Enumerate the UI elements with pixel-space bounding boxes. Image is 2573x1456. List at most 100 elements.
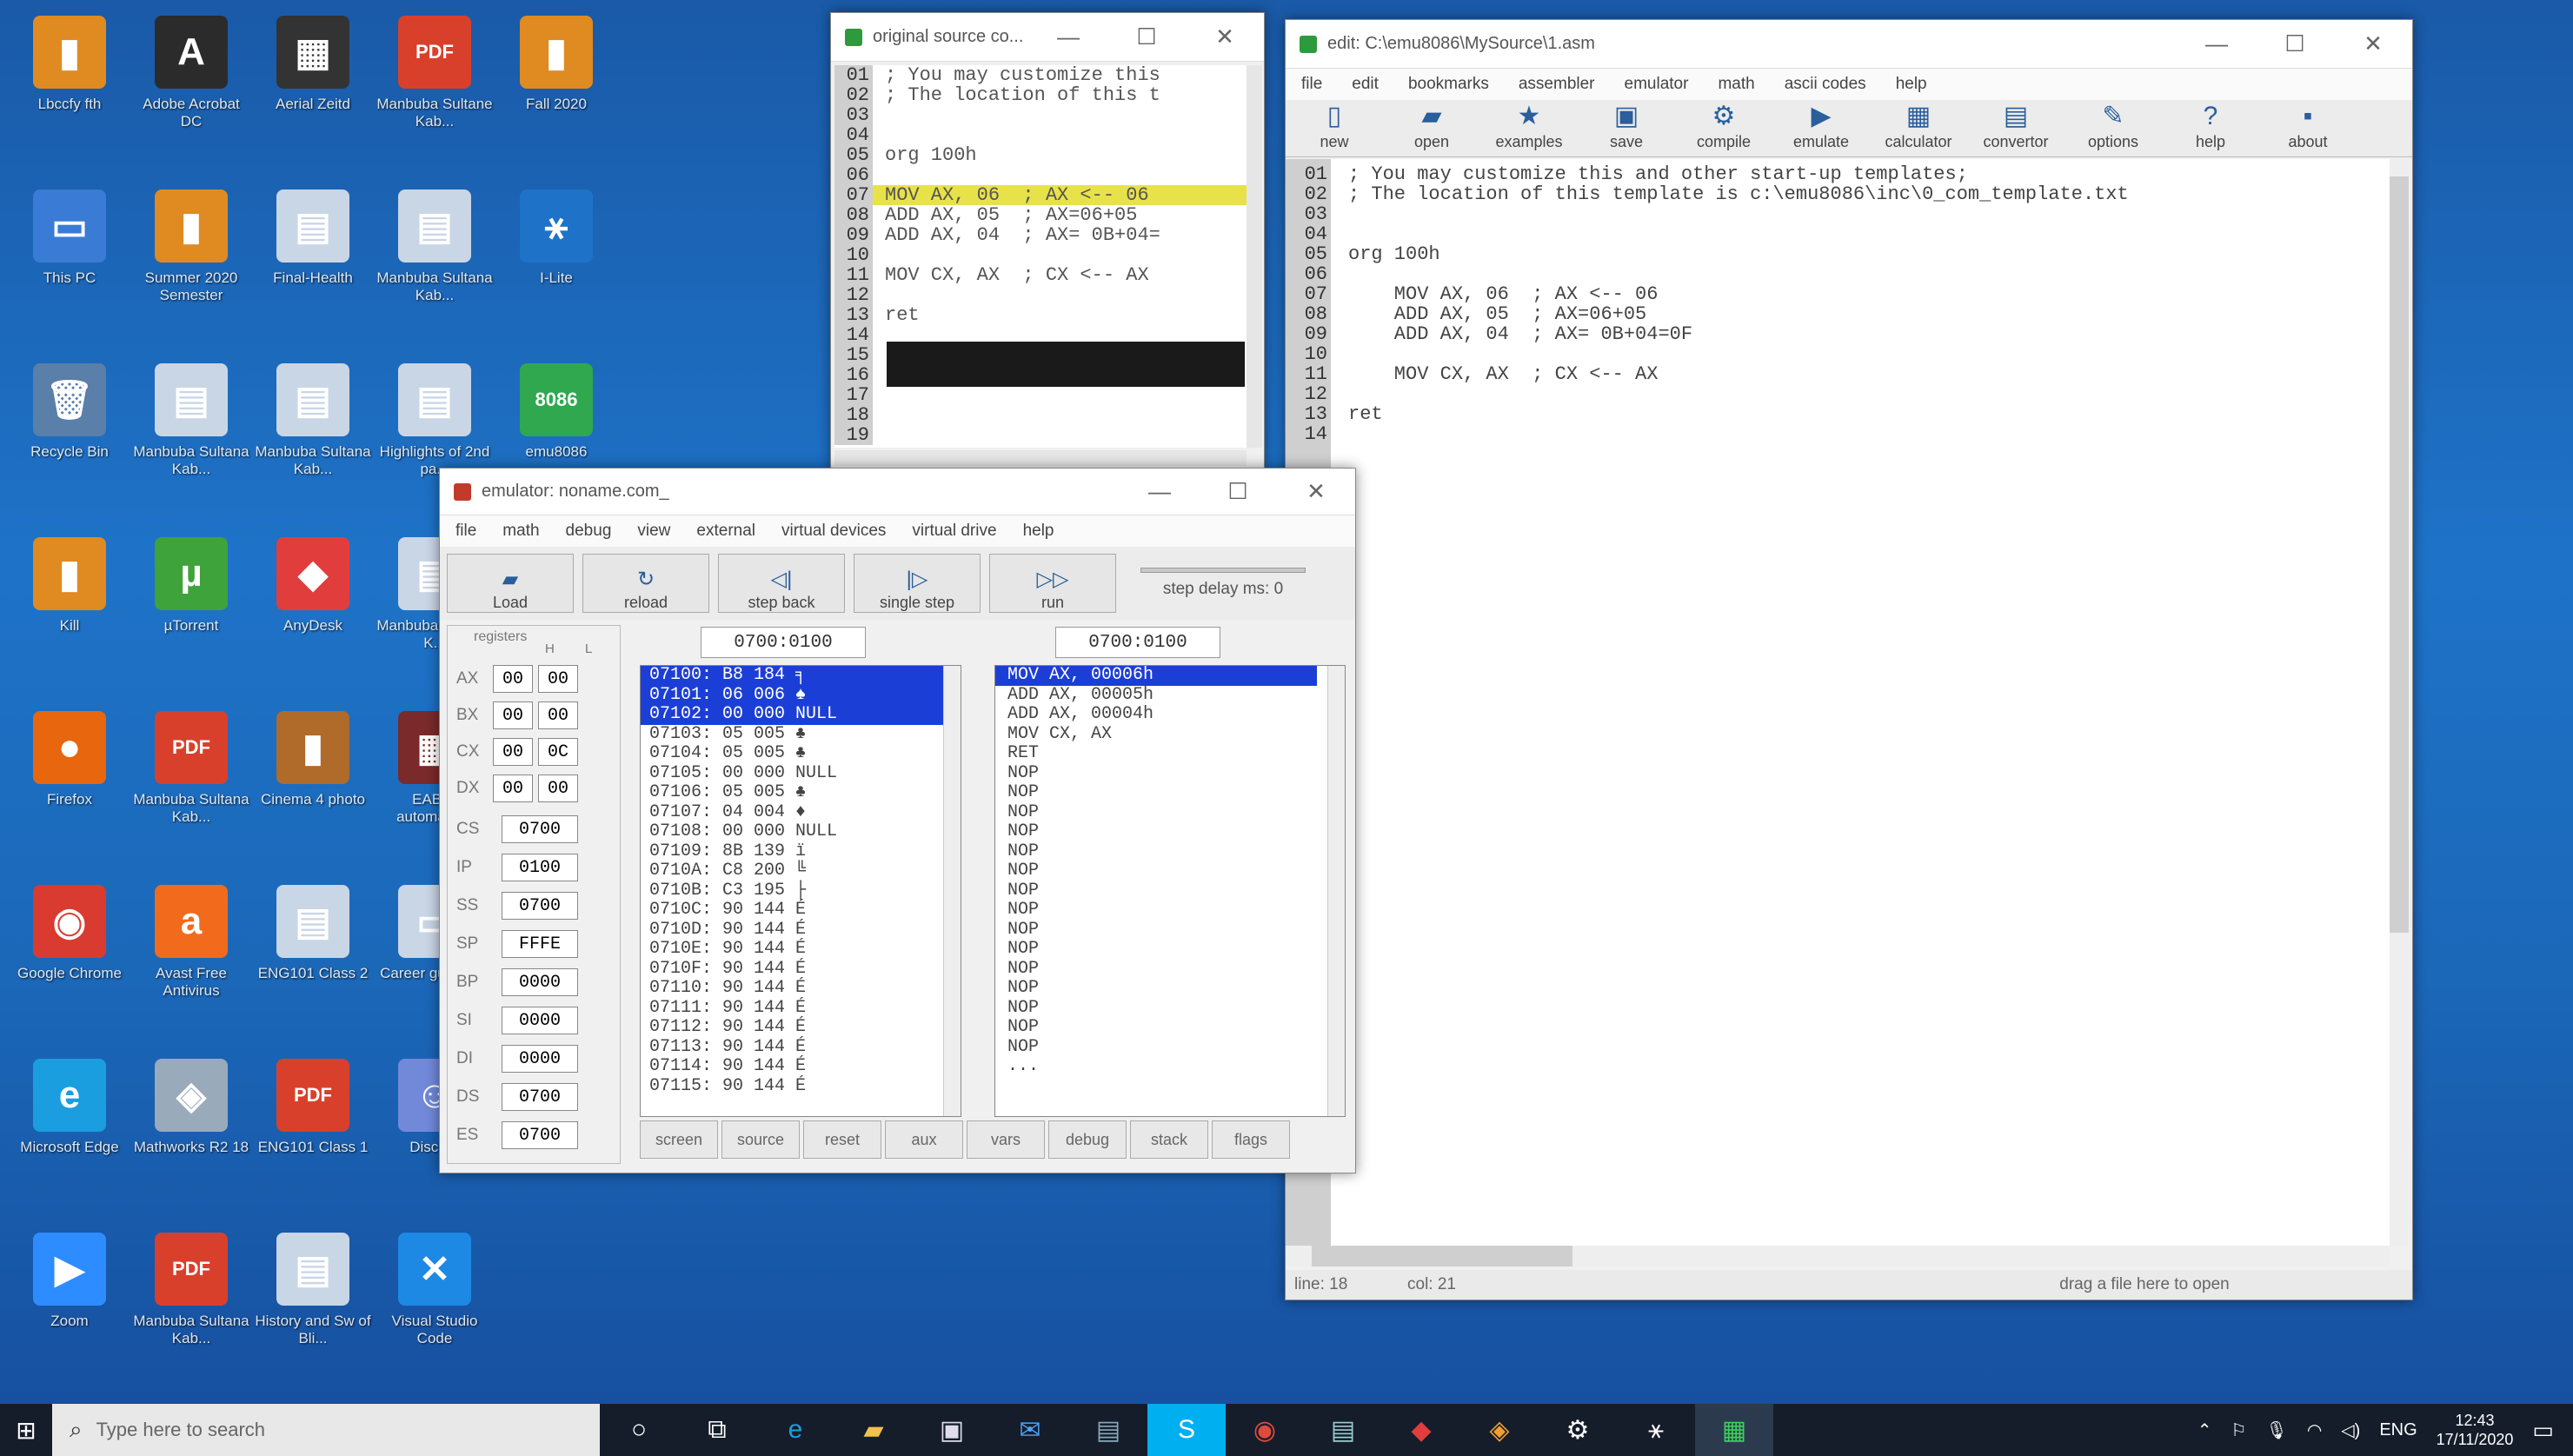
emulator-menu-file[interactable]: file	[455, 522, 476, 541]
desktop-icon[interactable]: ▤ ENG101 Class 2	[252, 880, 374, 1036]
memory-row[interactable]: 0710F: 90 144 É	[641, 959, 961, 980]
calculator-button[interactable]: ▦ calculator	[1878, 101, 1958, 151]
desktop-icon[interactable]: µ µTorrent	[130, 532, 252, 688]
mic-icon[interactable]: 🎙	[2265, 1419, 2287, 1441]
memory-row[interactable]: 07108: 00 000 NULL	[641, 822, 961, 842]
memory-row[interactable]: 0710A: C8 200 ╚	[641, 861, 961, 881]
disasm-row[interactable]: NOP	[995, 802, 1345, 823]
disasm-row[interactable]: NOP	[995, 959, 1345, 980]
memory-row[interactable]: 07105: 00 000 NULL	[641, 763, 961, 784]
desktop-icon[interactable]: ✕ Visual Studio Code	[374, 1227, 495, 1384]
register-value[interactable]: 0700	[502, 815, 578, 843]
disasm-list[interactable]: MOV AX, 00006h ADD AX, 00005h ADD AX, 0000…	[994, 665, 1346, 1117]
disasm-row[interactable]: NOP	[995, 822, 1345, 842]
memory-row[interactable]: 07109: 8B 139 ï	[641, 841, 961, 862]
register-low[interactable]: 00	[538, 665, 578, 693]
desktop-icon[interactable]: ▭ This PC	[9, 184, 130, 341]
editor-menu-help[interactable]: help	[1896, 75, 1927, 94]
help-button[interactable]: ? help	[2171, 102, 2251, 151]
step-delay-control[interactable]: step delay ms: 0	[1140, 568, 1306, 599]
disasm-row[interactable]: NOP	[995, 920, 1345, 941]
screen-button[interactable]: screen	[640, 1120, 718, 1159]
chrome-icon[interactable]: ◉	[1226, 1404, 1304, 1456]
stack-button[interactable]: stack	[1130, 1120, 1208, 1159]
memory-row[interactable]: 07113: 90 144 É	[641, 1037, 961, 1058]
clock[interactable]: 12:43 17/11/2020	[2437, 1411, 2514, 1449]
editor-menu-math[interactable]: math	[1718, 75, 1754, 94]
git-icon[interactable]: ◈	[1460, 1404, 1539, 1456]
notification-icon[interactable]: ▭	[2532, 1417, 2554, 1444]
desktop-icon[interactable]: PDF Manbuba Sultana Kab...	[130, 1227, 252, 1384]
taskbar-search[interactable]: ⌕ Type here to search	[52, 1404, 600, 1456]
volume-icon[interactable]: ◁)	[2341, 1419, 2360, 1441]
close-icon[interactable]: ✕	[1277, 478, 1355, 505]
load-button[interactable]: ▰ Load	[447, 554, 574, 613]
desktop-icon[interactable]: ▮ Cinema 4 photo	[252, 706, 374, 862]
about-button[interactable]: ▪ about	[2268, 102, 2348, 151]
desktop-icon[interactable]: ⚹ I-Lite	[495, 184, 617, 341]
register-value[interactable]: 0100	[502, 854, 578, 881]
emu8086-icon[interactable]: ▦	[1695, 1404, 1773, 1456]
register-high[interactable]: 00	[493, 665, 533, 693]
edge-icon[interactable]: e	[756, 1404, 834, 1456]
memory-row[interactable]: 07106: 05 005 ♣	[641, 783, 961, 803]
editor-vscroll[interactable]	[2390, 159, 2409, 1246]
memory-row[interactable]: 07115: 90 144 É	[641, 1076, 961, 1097]
editor-menu-emulator[interactable]: emulator	[1625, 75, 1689, 94]
disasm-row[interactable]: ADD AX, 00004h	[995, 705, 1345, 725]
memory-row[interactable]: 07111: 90 144 É	[641, 998, 961, 1019]
memory-scrollbar[interactable]	[943, 666, 961, 1116]
maximize-icon[interactable]: ☐	[2256, 30, 2334, 57]
network-icon[interactable]: ⚐	[2231, 1419, 2246, 1441]
memory-list[interactable]: 07100: B8 184 ╕ 07101: 06 006 ♠ 07102: 00 …	[640, 665, 961, 1117]
editor-menu-file[interactable]: file	[1301, 75, 1322, 94]
open-button[interactable]: ▰ open	[1392, 101, 1472, 151]
editor-menu-ascii-codes[interactable]: ascii codes	[1785, 75, 1866, 94]
disasm-row[interactable]: ...	[995, 1057, 1345, 1077]
start-button[interactable]: ⊞	[0, 1404, 52, 1456]
disasm-row[interactable]: NOP	[995, 841, 1345, 862]
minimize-icon[interactable]: —	[2177, 30, 2256, 57]
vars-button[interactable]: vars	[967, 1120, 1045, 1159]
register-low[interactable]: 0C	[538, 738, 578, 766]
memory-row[interactable]: 07114: 90 144 É	[641, 1057, 961, 1077]
desktop-icon[interactable]: e Microsoft Edge	[9, 1054, 130, 1210]
desktop-icon[interactable]: PDF ENG101 Class 1	[252, 1054, 374, 1210]
ilite-icon[interactable]: ⚹	[1617, 1404, 1695, 1456]
debug-button[interactable]: debug	[1048, 1120, 1127, 1159]
register-value[interactable]: 0700	[502, 892, 578, 920]
emulator-menu-debug[interactable]: debug	[566, 522, 612, 541]
desktop-icon[interactable]: ◉ Google Chrome	[9, 880, 130, 1036]
emulator-menu-external[interactable]: external	[696, 522, 755, 541]
desktop-icon[interactable]: ▤ Final-Health	[252, 184, 374, 341]
reload-button[interactable]: ↻ reload	[582, 554, 709, 613]
source-titlebar[interactable]: original source co... — ☐ ✕	[831, 13, 1264, 62]
editor-menu-edit[interactable]: edit	[1352, 75, 1379, 94]
disasm-row[interactable]: NOP	[995, 861, 1345, 881]
desktop-icon[interactable]: ▤ Manbuba Sultana Kab...	[130, 358, 252, 515]
memory-row[interactable]: 0710B: C3 195 ├	[641, 881, 961, 901]
desktop-icon[interactable]: PDF Manbuba Sultane Kab...	[374, 10, 495, 167]
desktop-icon[interactable]: ▤ History and Sw of Bli...	[252, 1227, 374, 1384]
compile-button[interactable]: ⚙ compile	[1684, 101, 1764, 151]
desktop-icon[interactable]: ◈ Mathworks R2 18	[130, 1054, 252, 1210]
step-delay-slider[interactable]	[1140, 568, 1306, 573]
convertor-button[interactable]: ▤ convertor	[1976, 101, 2056, 151]
editor-hscroll[interactable]	[1286, 1246, 2390, 1267]
editor-titlebar[interactable]: edit: C:\emu8086\MySource\1.asm — ☐ ✕	[1286, 20, 2412, 69]
disasm-row[interactable]: NOP	[995, 940, 1345, 960]
register-high[interactable]: 00	[493, 775, 533, 802]
addr-right-box[interactable]: 0700:0100	[1055, 627, 1220, 658]
reset-button[interactable]: reset	[803, 1120, 881, 1159]
register-value[interactable]: FFFE	[502, 930, 578, 958]
register-high[interactable]: 00	[493, 701, 533, 729]
editor-window[interactable]: edit: C:\emu8086\MySource\1.asm — ☐ ✕ fi…	[1285, 19, 2413, 1300]
memory-row[interactable]: 07112: 90 144 É	[641, 1018, 961, 1038]
disasm-row[interactable]: NOP	[995, 1018, 1345, 1038]
anydesk-icon[interactable]: ◆	[1382, 1404, 1460, 1456]
memory-row[interactable]: 07100: B8 184 ╕	[641, 666, 961, 686]
desktop-icon[interactable]: ▮ Lbccfy fth	[9, 10, 130, 167]
register-value[interactable]: 0700	[502, 1083, 578, 1111]
save-button[interactable]: ▣ save	[1586, 101, 1666, 151]
memory-row[interactable]: 0710E: 90 144 É	[641, 940, 961, 960]
